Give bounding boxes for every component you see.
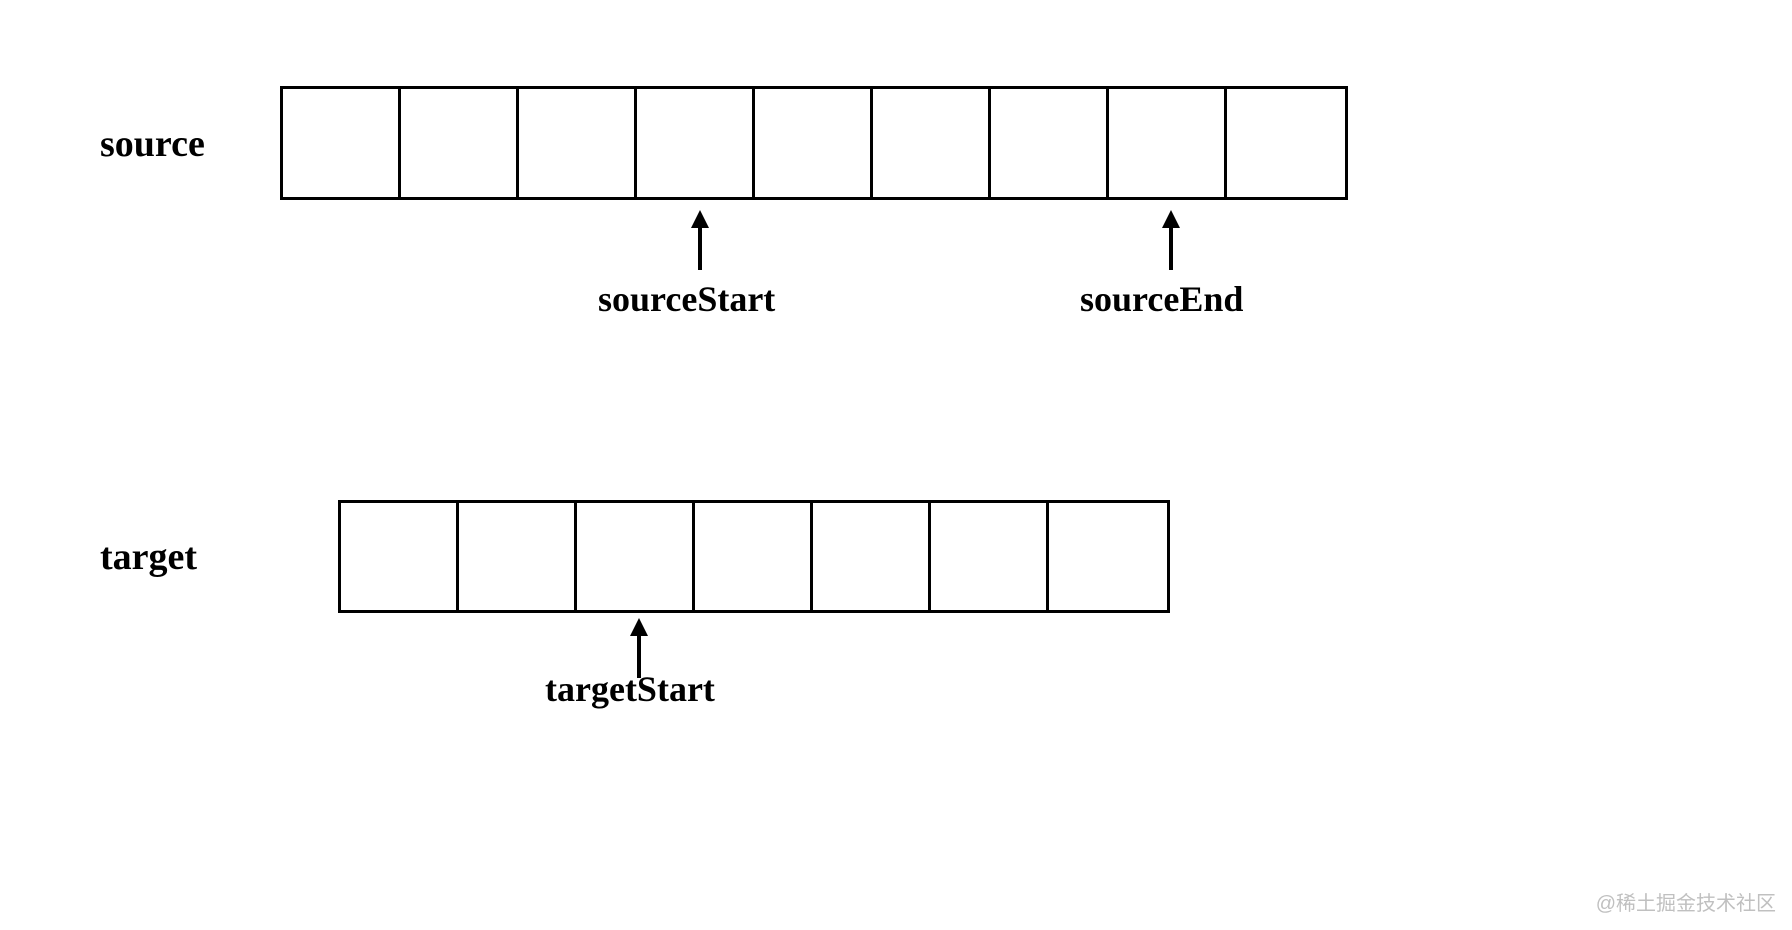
pointer-arrow [691, 210, 709, 270]
source-cell [755, 89, 873, 197]
pointer-label: sourceEnd [1080, 278, 1243, 320]
target-array [338, 500, 1170, 613]
arrow-head-icon [630, 618, 648, 636]
source-cell [401, 89, 519, 197]
target-cell [341, 503, 459, 610]
pointer-label: sourceStart [598, 278, 775, 320]
source-cell [873, 89, 991, 197]
source-cell [519, 89, 637, 197]
pointer-arrow [1162, 210, 1180, 270]
watermark-text: @稀土掘金技术社区 [1596, 887, 1776, 916]
pointer-label: targetStart [545, 668, 715, 710]
target-cell [931, 503, 1049, 610]
source-cell [1227, 89, 1345, 197]
source-cell [283, 89, 401, 197]
target-cell [695, 503, 813, 610]
source-label: source [100, 122, 205, 166]
target-cell [459, 503, 577, 610]
arrow-head-icon [691, 210, 709, 228]
target-label: target [100, 535, 197, 579]
source-array [280, 86, 1348, 200]
arrow-line [1169, 228, 1173, 270]
source-cell [991, 89, 1109, 197]
target-cell [1049, 503, 1167, 610]
arrow-head-icon [1162, 210, 1180, 228]
source-cell [1109, 89, 1227, 197]
arrow-line [698, 228, 702, 270]
target-cell [813, 503, 931, 610]
target-cell [577, 503, 695, 610]
source-cell [637, 89, 755, 197]
